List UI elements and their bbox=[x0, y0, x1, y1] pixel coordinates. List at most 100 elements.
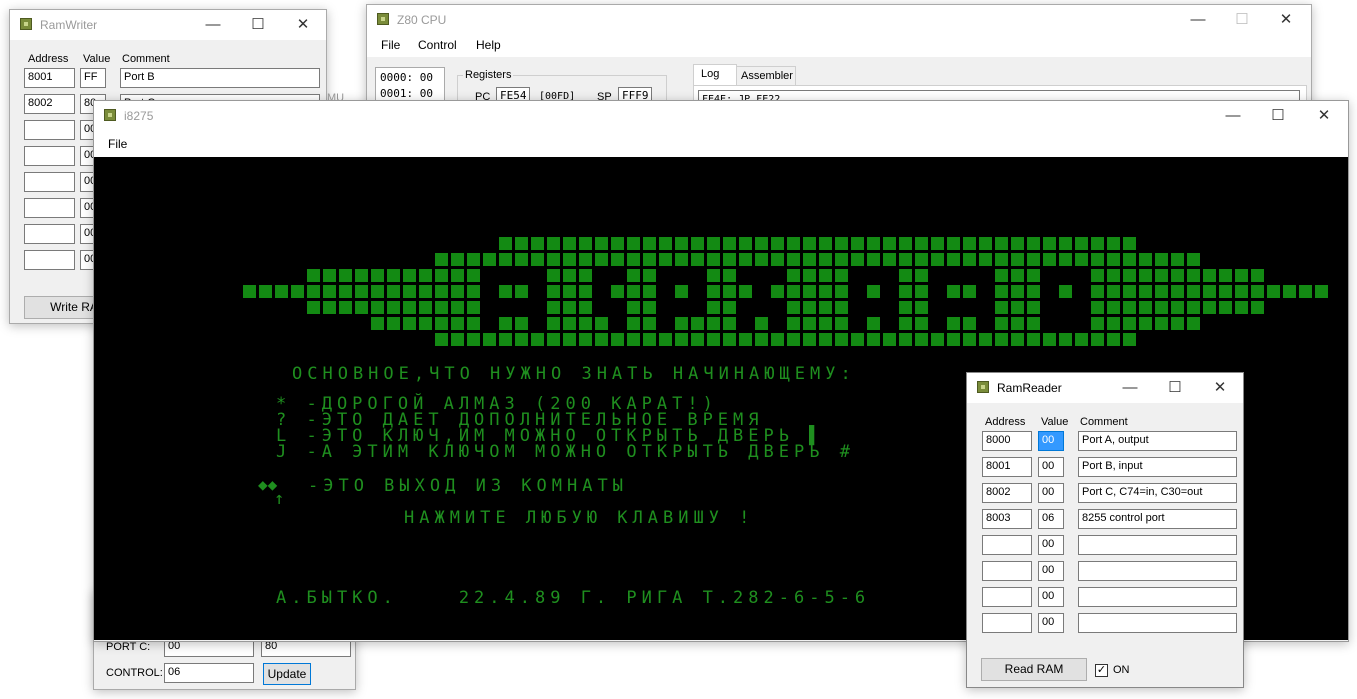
logo-block bbox=[819, 253, 832, 266]
value-field[interactable]: 00 bbox=[1038, 587, 1064, 607]
comment-field[interactable] bbox=[1078, 561, 1237, 581]
address-field[interactable] bbox=[24, 172, 75, 192]
logo-block bbox=[1267, 285, 1280, 298]
logo-block bbox=[483, 333, 496, 346]
menu-control[interactable]: Control bbox=[418, 38, 457, 52]
logo-block bbox=[883, 237, 896, 250]
logo-block bbox=[947, 237, 960, 250]
ramwriter-titlebar[interactable]: RamWriter — ☐ ✕ bbox=[10, 10, 326, 40]
logo-block bbox=[1203, 301, 1216, 314]
maximize-icon[interactable]: ☐ bbox=[235, 10, 281, 40]
address-field[interactable]: 8002 bbox=[982, 483, 1032, 503]
logo-block bbox=[1139, 301, 1152, 314]
value-field[interactable]: 00 bbox=[1038, 483, 1064, 503]
close-icon[interactable]: ✕ bbox=[1263, 5, 1309, 35]
logo-block bbox=[419, 269, 432, 282]
close-icon[interactable]: ✕ bbox=[1301, 101, 1347, 131]
value-field[interactable]: 00 bbox=[1038, 613, 1064, 633]
logo-block bbox=[851, 333, 864, 346]
address-field[interactable] bbox=[24, 224, 75, 244]
value-field[interactable]: 00 bbox=[1038, 535, 1064, 555]
address-field[interactable] bbox=[982, 613, 1032, 633]
z80-title: Z80 CPU bbox=[397, 13, 447, 27]
value-field[interactable]: 06 bbox=[1038, 509, 1064, 529]
logo-block bbox=[1011, 237, 1024, 250]
tab-log[interactable]: Log bbox=[693, 64, 737, 87]
menu-help[interactable]: Help bbox=[476, 38, 501, 52]
logo-block bbox=[851, 237, 864, 250]
logo-block bbox=[963, 253, 976, 266]
address-field[interactable]: 8002 bbox=[24, 94, 75, 114]
logo-block bbox=[1299, 285, 1312, 298]
logo-block bbox=[1091, 269, 1104, 282]
logo-block bbox=[691, 317, 704, 330]
minimize-icon[interactable]: — bbox=[1107, 373, 1153, 403]
logo-block bbox=[1107, 269, 1120, 282]
address-field[interactable]: 8003 bbox=[982, 509, 1032, 529]
logo-block bbox=[387, 285, 400, 298]
logo-block bbox=[1043, 333, 1056, 346]
logo-block bbox=[547, 285, 560, 298]
logo-block bbox=[547, 253, 560, 266]
control-field[interactable]: 06 bbox=[164, 663, 254, 683]
logo-block bbox=[323, 285, 336, 298]
logo-block bbox=[595, 237, 608, 250]
close-icon[interactable]: ✕ bbox=[1197, 373, 1243, 403]
comment-field[interactable]: Port A, output bbox=[1078, 431, 1237, 451]
port-c-label: PORT C: bbox=[106, 641, 151, 653]
z80-titlebar[interactable]: Z80 CPU — ☐ ✕ bbox=[367, 5, 1311, 35]
close-icon[interactable]: ✕ bbox=[280, 10, 326, 40]
logo-block bbox=[547, 301, 560, 314]
on-checkbox[interactable]: ✓ bbox=[1095, 664, 1108, 677]
tab-assembler-label: Assembler bbox=[741, 70, 793, 82]
logo-block bbox=[995, 237, 1008, 250]
address-field[interactable] bbox=[24, 198, 75, 218]
logo-block bbox=[1075, 253, 1088, 266]
logo-block bbox=[995, 301, 1008, 314]
logo-block bbox=[1187, 269, 1200, 282]
i8275-titlebar[interactable]: i8275 — ☐ ✕ bbox=[94, 101, 1348, 131]
maximize-icon[interactable]: ☐ bbox=[1255, 101, 1301, 131]
tab-assembler[interactable]: Assembler bbox=[736, 66, 796, 86]
value-field[interactable]: 00 bbox=[1038, 457, 1064, 477]
address-field[interactable]: 8000 bbox=[982, 431, 1032, 451]
maximize-icon[interactable]: ☐ bbox=[1152, 373, 1198, 403]
address-field[interactable] bbox=[982, 561, 1032, 581]
logo-block bbox=[1059, 333, 1072, 346]
address-field[interactable] bbox=[24, 120, 75, 140]
comment-field[interactable]: Port B bbox=[120, 68, 320, 88]
minimize-icon[interactable]: — bbox=[1210, 101, 1256, 131]
comment-field[interactable]: Port C, C74=in, C30=out bbox=[1078, 483, 1237, 503]
menu-file[interactable]: File bbox=[381, 38, 400, 52]
value-field[interactable]: FF bbox=[80, 68, 106, 88]
address-field[interactable] bbox=[24, 146, 75, 166]
logo-block bbox=[515, 253, 528, 266]
value-field[interactable]: 00 bbox=[1038, 561, 1064, 581]
logo-block bbox=[723, 285, 736, 298]
comment-field[interactable]: Port B, input bbox=[1078, 457, 1237, 477]
logo-block bbox=[563, 237, 576, 250]
logo-block bbox=[451, 317, 464, 330]
logo-block bbox=[771, 285, 784, 298]
address-field[interactable]: 8001 bbox=[982, 457, 1032, 477]
comment-field[interactable] bbox=[1078, 535, 1237, 555]
logo-block bbox=[1219, 285, 1232, 298]
ramreader-titlebar[interactable]: RamReader — ☐ ✕ bbox=[967, 373, 1243, 403]
address-field[interactable]: 8001 bbox=[24, 68, 75, 88]
comment-field[interactable] bbox=[1078, 587, 1237, 607]
update-button[interactable]: Update bbox=[263, 663, 311, 685]
value-field[interactable]: 00 bbox=[1038, 431, 1064, 451]
minimize-icon[interactable]: — bbox=[190, 10, 236, 40]
logo-block bbox=[915, 253, 928, 266]
read-ram-button[interactable]: Read RAM bbox=[981, 658, 1087, 681]
comment-field[interactable] bbox=[1078, 613, 1237, 633]
minimize-icon[interactable]: — bbox=[1175, 5, 1221, 35]
logo-block bbox=[403, 317, 416, 330]
menu-file[interactable]: File bbox=[108, 137, 127, 151]
logo-block bbox=[643, 317, 656, 330]
address-field[interactable] bbox=[982, 587, 1032, 607]
address-field[interactable] bbox=[982, 535, 1032, 555]
address-field[interactable] bbox=[24, 250, 75, 270]
comment-field[interactable]: 8255 control port bbox=[1078, 509, 1237, 529]
logo-block bbox=[307, 269, 320, 282]
